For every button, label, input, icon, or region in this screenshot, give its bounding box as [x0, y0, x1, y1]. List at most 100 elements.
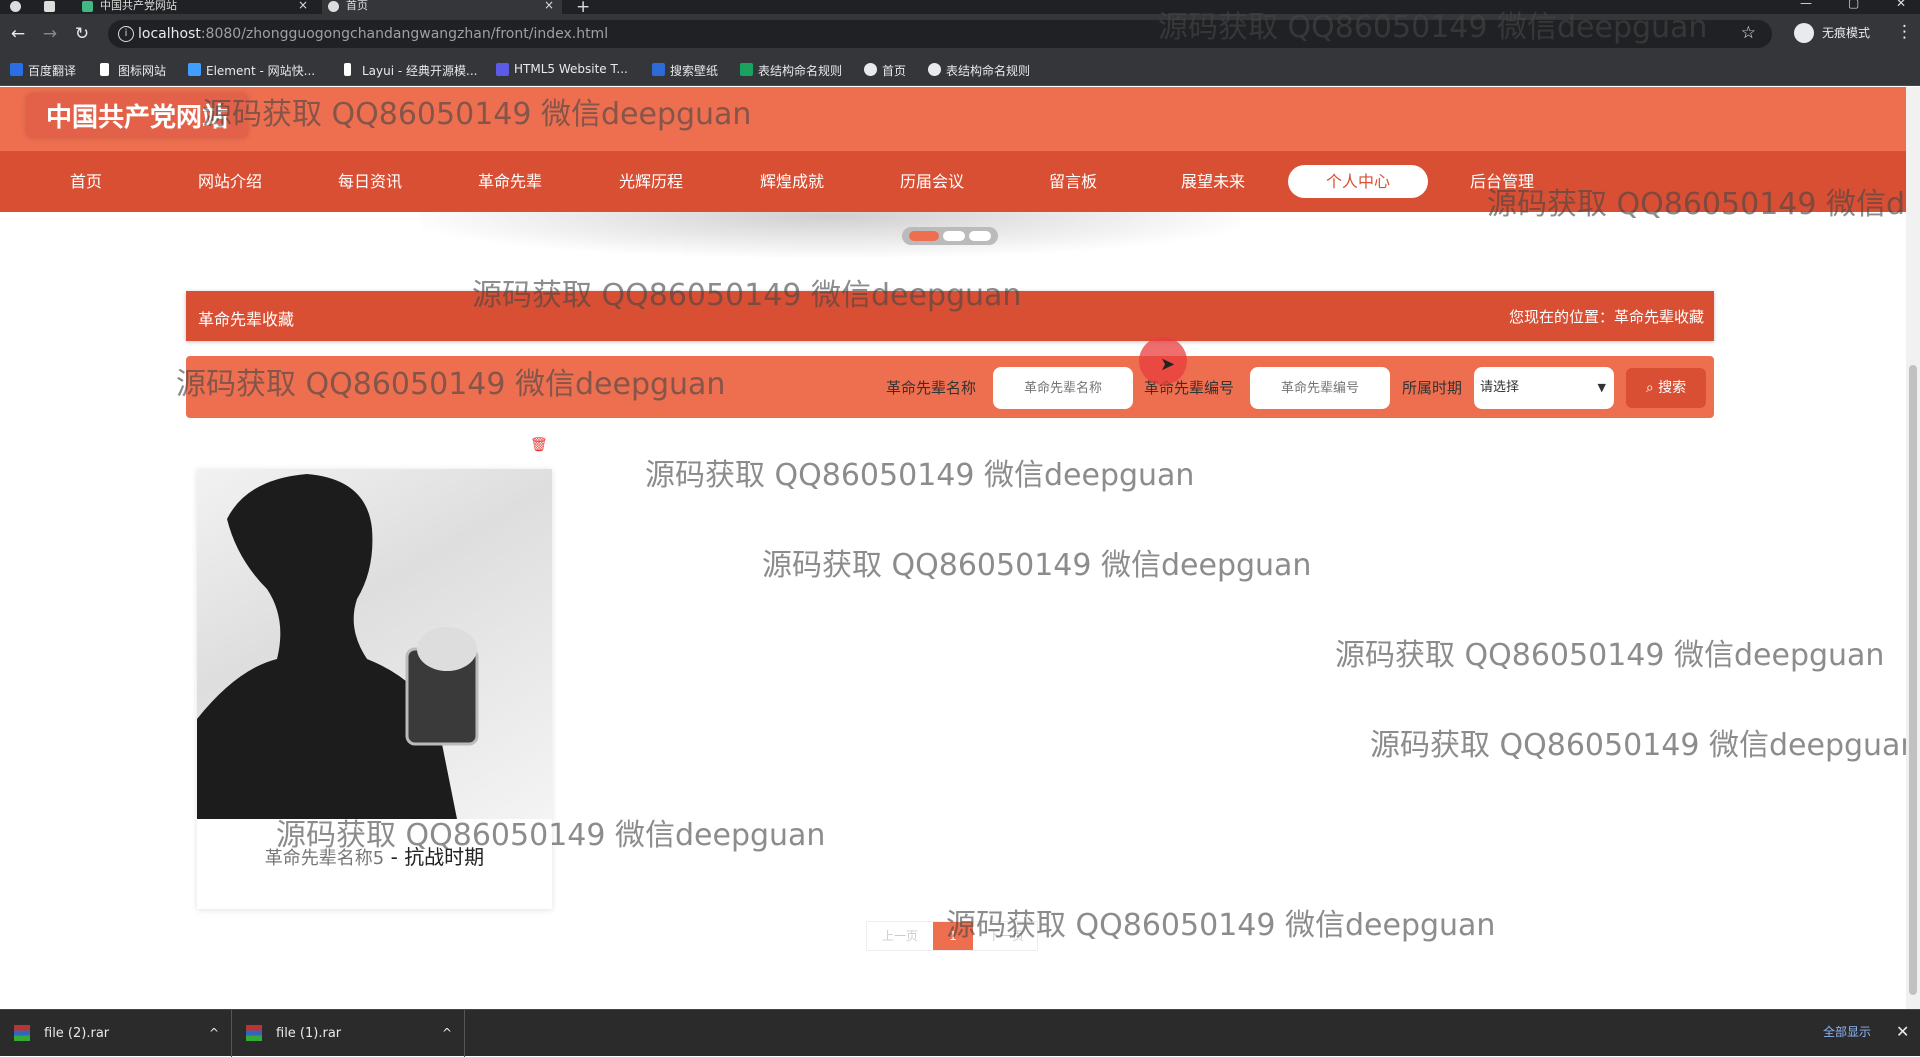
pagination: 上一页 1 下一页: [866, 921, 1038, 951]
carousel-indicators: [902, 227, 998, 245]
site-logo[interactable]: 中国共产党网站: [26, 93, 249, 138]
bookmark-star-icon[interactable]: ☆: [1741, 23, 1756, 43]
close-tab-icon[interactable]: ×: [544, 0, 554, 11]
prev-page-button[interactable]: 上一页: [867, 922, 933, 950]
nav-item-meetings[interactable]: 历届会议: [882, 151, 982, 212]
bookmark-layui[interactable]: Layui - 经典开源模...: [344, 62, 477, 79]
bookmark-label: 搜索壁纸: [670, 64, 719, 78]
period-select[interactable]: 请选择 ▼: [1474, 367, 1614, 409]
reload-icon[interactable]: ↻: [72, 24, 92, 44]
bookmark-home[interactable]: 首页: [864, 62, 906, 79]
element-icon: [188, 63, 201, 76]
nav-item-personal-center[interactable]: 个人中心: [1288, 165, 1428, 198]
wallpaper-icon: [652, 63, 665, 76]
name-label: 革命先辈名称: [886, 379, 977, 397]
watermark: 源码获取 QQ86050149 微信deepguan: [645, 458, 1195, 493]
globe-icon: [864, 63, 877, 76]
bookmark-html5[interactable]: HTML5 Website T...: [496, 62, 628, 76]
download-name: file (2).rar: [44, 1026, 110, 1041]
browser-menu-icon[interactable]: ⋮: [1896, 22, 1913, 42]
html5-icon: [496, 63, 509, 76]
nav-item-future[interactable]: 展望未来: [1163, 151, 1263, 212]
sheet-icon: [740, 63, 753, 76]
bookmark-wallpaper[interactable]: 搜索壁纸: [652, 62, 718, 79]
incognito-indicator[interactable]: 无痕模式: [1794, 22, 1870, 44]
translate-icon: [10, 63, 23, 76]
bookmark-icon-site[interactable]: 图标网站: [100, 62, 166, 79]
nav-item-revolutionaries[interactable]: 革命先辈: [460, 151, 560, 212]
minimize-icon[interactable]: —: [1800, 0, 1812, 10]
page-scrollbar[interactable]: [1906, 87, 1920, 1009]
bookmark-label: 百度翻译: [28, 64, 77, 78]
close-tab-icon[interactable]: ×: [298, 0, 308, 11]
nav-item-guestbook[interactable]: 留言板: [1023, 151, 1123, 212]
watermark: 源码获取 QQ86050149 微信deepguan: [762, 548, 1312, 583]
carousel-dot[interactable]: [909, 231, 939, 241]
chevron-up-icon[interactable]: ^: [209, 1010, 219, 1057]
nav-item-home[interactable]: 首页: [36, 151, 136, 212]
nav-item-achievements[interactable]: 辉煌成就: [742, 151, 842, 212]
site-info-icon[interactable]: i: [118, 26, 134, 42]
trash-icon[interactable]: 🗑: [530, 437, 548, 453]
nav-item-news[interactable]: 每日资讯: [320, 151, 420, 212]
banner-image: [420, 212, 1240, 257]
vue-icon: [82, 1, 93, 12]
chrome-menu-icon[interactable]: [0, 0, 28, 14]
bookmark-label: 表结构命名规则: [758, 64, 843, 78]
search-button[interactable]: ⌕ 搜索: [1626, 368, 1706, 408]
url-text[interactable]: localhost:8080/zhongguogongchandangwangz…: [138, 26, 608, 42]
watermark: 源码获取 QQ86050149 微信deepguan: [1370, 728, 1906, 763]
browser-toolbar: ← → ↻ i localhost:8080/zhongguogongchand…: [0, 14, 1920, 54]
forward-icon[interactable]: →: [40, 24, 60, 44]
flag-icon: [100, 63, 109, 76]
bookmark-table-naming[interactable]: 表结构命名规则: [740, 62, 842, 79]
bookmark-label: 首页: [882, 64, 907, 78]
incognito-label: 无痕模式: [1822, 26, 1871, 40]
nav-item-admin[interactable]: 后台管理: [1452, 151, 1552, 212]
close-window-icon[interactable]: ✕: [1896, 0, 1906, 10]
section-header: 革命先辈收藏 您现在的位置：革命先辈收藏: [186, 291, 1714, 341]
address-bar[interactable]: i localhost:8080/zhongguogongchandangwan…: [108, 20, 1772, 48]
next-page-button[interactable]: 下一页: [973, 922, 1039, 950]
incognito-icon: [1794, 23, 1814, 43]
carousel-dot[interactable]: [943, 231, 965, 241]
chevron-up-icon[interactable]: ^: [442, 1010, 452, 1057]
nav-item-intro[interactable]: 网站介绍: [180, 151, 280, 212]
card-separator: -: [384, 845, 405, 869]
chevron-down-icon: ▼: [1597, 381, 1606, 394]
card-caption: 革命先辈名称5 - 抗战时期: [197, 841, 552, 870]
bookmark-label: 图标网站: [118, 64, 167, 78]
search-button-label: 搜索: [1658, 380, 1687, 396]
maximize-icon[interactable]: ▢: [1848, 0, 1859, 10]
globe-icon: [328, 1, 339, 12]
bookmark-label: 表结构命名规则: [946, 64, 1031, 78]
nav-item-history[interactable]: 光辉历程: [601, 151, 701, 212]
browser-tabstrip: 中国共产党网站 × 首页 × + — ▢ ✕: [0, 0, 1920, 17]
tab-site-title[interactable]: 中国共产党网站 ×: [76, 0, 316, 14]
page-viewport: 中国共产党网站 首页 网站介绍 每日资讯 革命先辈 光辉历程 辉煌成就 历届会议…: [0, 87, 1906, 1009]
close-downloads-icon[interactable]: ✕: [1896, 1019, 1909, 1045]
download-item[interactable]: file (1).rar ^: [232, 1010, 465, 1057]
bookmarks-bar: 百度翻译 图标网站 Element - 网站快... Layui - 经典开源模…: [0, 54, 1920, 86]
bookmark-table-naming-2[interactable]: 表结构命名规则: [928, 62, 1030, 79]
code-input[interactable]: [1250, 367, 1390, 409]
bookmark-element[interactable]: Element - 网站快...: [188, 62, 315, 79]
watermark: 源码获取 QQ86050149 微信deepguan: [1335, 638, 1885, 673]
window-icon[interactable]: [36, 0, 64, 14]
card-period: 抗战时期: [404, 845, 485, 869]
section-title: 革命先辈收藏: [198, 310, 295, 329]
page-number[interactable]: 1: [933, 922, 973, 950]
favorite-card[interactable]: 革命先辈名称5 - 抗战时期: [197, 469, 552, 909]
tab-home[interactable]: 首页 ×: [322, 0, 562, 14]
search-bar: 革命先辈名称 革命先辈编号 所属时期 请选择 ▼ ⌕ 搜索: [186, 356, 1714, 418]
back-icon[interactable]: ←: [8, 24, 28, 44]
scrollbar-thumb[interactable]: [1909, 365, 1917, 995]
bookmark-baidu-translate[interactable]: 百度翻译: [10, 62, 76, 79]
card-name: 革命先辈名称5: [264, 848, 385, 869]
download-item[interactable]: file (2).rar ^: [0, 1010, 232, 1057]
show-all-downloads-button[interactable]: 全部显示: [1823, 1019, 1871, 1045]
tab-title: 首页: [346, 0, 368, 12]
name-input[interactable]: [993, 367, 1133, 409]
carousel-dot[interactable]: [969, 231, 991, 241]
card-photo: [197, 469, 552, 819]
